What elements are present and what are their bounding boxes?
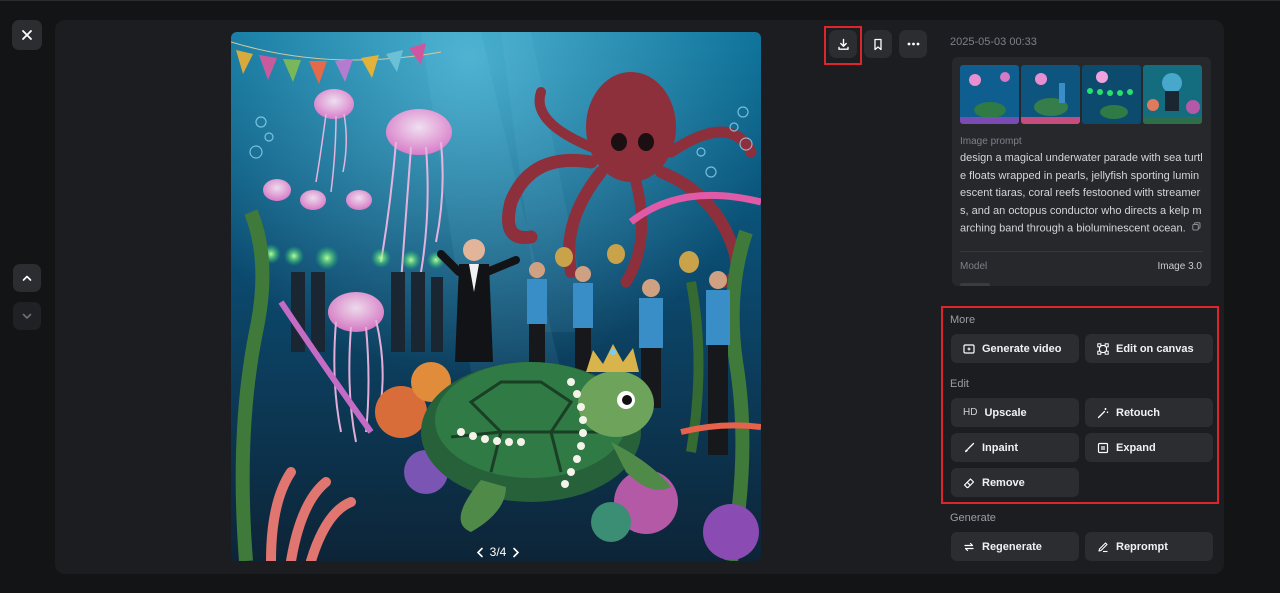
section-label-more: More <box>950 314 976 326</box>
edit-on-canvas-label: Edit on canvas <box>1116 342 1194 355</box>
eraser-icon <box>963 477 975 488</box>
prompt-info-card: Image prompt design a magical underwater… <box>952 57 1211 286</box>
close-button[interactable] <box>12 20 42 50</box>
pencil-icon <box>1098 541 1108 552</box>
copy-prompt-button[interactable] <box>1192 220 1201 238</box>
copy-icon <box>1192 222 1201 231</box>
regenerate-button[interactable]: Regenerate <box>951 532 1079 561</box>
more-options-button[interactable] <box>899 30 927 58</box>
more-horizontal-icon <box>907 42 919 46</box>
previous-image-button[interactable] <box>13 264 41 292</box>
remove-label: Remove <box>982 476 1025 489</box>
expand-label: Expand <box>1116 441 1156 454</box>
model-row: Model Image 3.0 <box>960 261 1202 272</box>
truncated-info-row <box>960 283 990 286</box>
regenerate-label: Regenerate <box>982 540 1042 553</box>
top-divider <box>0 0 1280 1</box>
prompt-text-content: design a magical underwater parade with … <box>960 152 1203 235</box>
canvas-icon <box>1097 342 1109 355</box>
close-icon <box>22 30 32 40</box>
bookmark-icon <box>874 38 882 50</box>
chevron-right-icon <box>513 547 520 557</box>
regenerate-icon <box>964 542 974 551</box>
chevron-down-icon <box>22 313 32 319</box>
upscale-label: Upscale <box>984 406 1027 419</box>
thumbnail-1[interactable] <box>960 65 1019 124</box>
prompt-label: Image prompt <box>960 136 1022 147</box>
generated-image[interactable]: 3/4 <box>231 32 761 561</box>
generate-video-label: Generate video <box>982 342 1062 355</box>
magic-wand-icon <box>1097 407 1109 418</box>
page-indicator: 3/4 <box>489 545 507 559</box>
pager-next-button[interactable] <box>512 547 520 558</box>
inpaint-label: Inpaint <box>982 441 1019 454</box>
thumbnail-2[interactable] <box>1021 65 1080 124</box>
info-divider <box>960 251 1203 252</box>
prompt-text: design a magical underwater parade with … <box>960 150 1204 238</box>
bookmark-button[interactable] <box>864 30 892 58</box>
expand-button[interactable]: Expand <box>1085 433 1213 462</box>
thumbnail-3[interactable] <box>1082 65 1141 124</box>
inpaint-button[interactable]: Inpaint <box>951 433 1079 462</box>
underwater-parade-illustration <box>231 32 761 561</box>
creation-timestamp: 2025-05-03 00:33 <box>950 36 1037 48</box>
download-highlight <box>824 26 862 65</box>
upscale-button[interactable]: HD Upscale <box>951 398 1079 427</box>
chevron-up-icon <box>22 275 32 281</box>
section-label-generate: Generate <box>950 512 996 524</box>
expand-icon <box>1097 442 1109 453</box>
hd-icon: HD <box>963 407 978 418</box>
retouch-button[interactable]: Retouch <box>1085 398 1213 427</box>
thumbnail-4[interactable] <box>1143 65 1202 124</box>
model-value: Image 3.0 <box>1157 261 1202 272</box>
brush-icon <box>965 442 975 452</box>
video-icon <box>963 343 975 354</box>
thumbnail-strip <box>960 65 1202 124</box>
reprompt-label: Reprompt <box>1116 540 1168 553</box>
next-image-button[interactable] <box>13 302 41 330</box>
reprompt-button[interactable]: Reprompt <box>1085 532 1213 561</box>
generate-video-button[interactable]: Generate video <box>951 334 1079 363</box>
section-label-edit: Edit <box>950 378 969 390</box>
pager-prev-button[interactable] <box>476 547 484 558</box>
remove-button[interactable]: Remove <box>951 468 1079 497</box>
image-pager: 3/4 <box>466 542 530 561</box>
edit-on-canvas-button[interactable]: Edit on canvas <box>1085 334 1213 363</box>
retouch-label: Retouch <box>1116 406 1160 419</box>
chevron-left-icon <box>476 547 483 557</box>
model-label: Model <box>960 261 988 272</box>
